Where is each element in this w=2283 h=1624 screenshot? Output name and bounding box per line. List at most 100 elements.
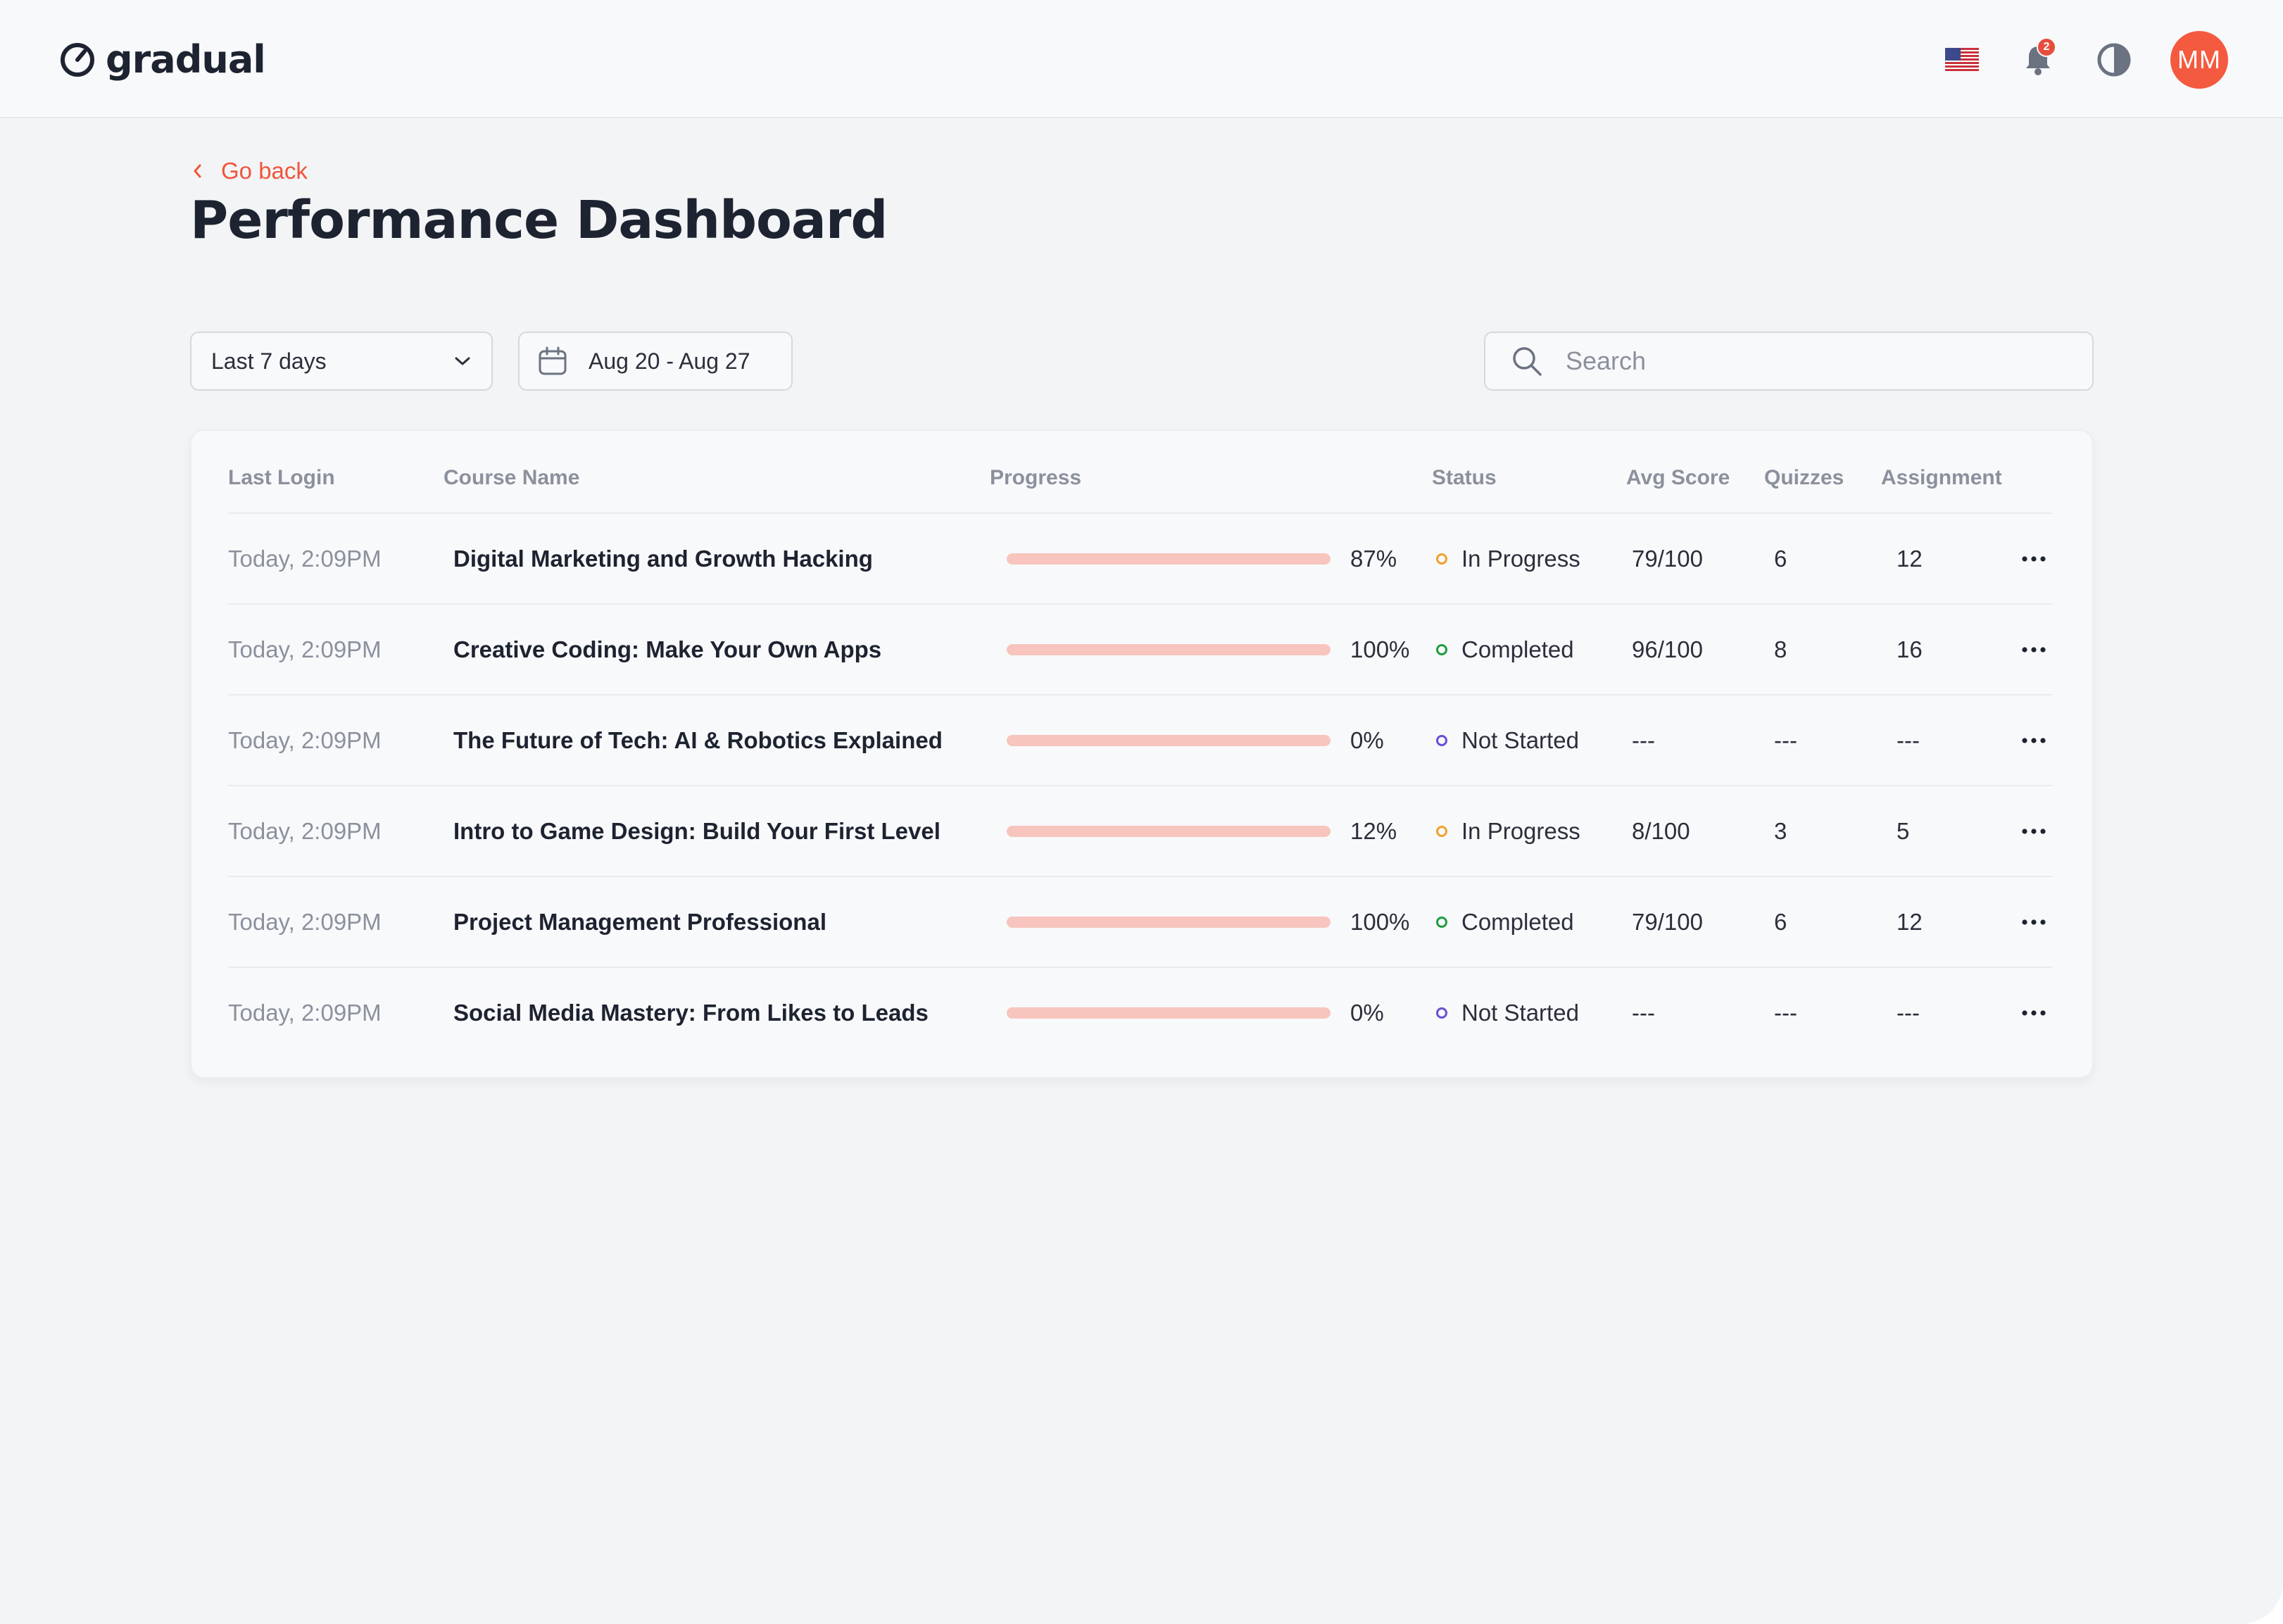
quizzes-cell: --- (1774, 999, 1797, 1026)
status-badge: Not Started (1436, 695, 1579, 785)
go-back-link[interactable]: Go back (191, 153, 308, 189)
status-label: Completed (1461, 908, 1574, 935)
quizzes-cell: --- (1774, 726, 1797, 753)
avg-score-cell: --- (1632, 999, 1655, 1026)
course-name-cell[interactable]: Project Management Professional (453, 877, 826, 967)
table-row[interactable]: Today, 2:09PM Digital Marketing and Grow… (228, 514, 2053, 605)
notification-badge: 2 (2037, 37, 2056, 57)
course-name-cell[interactable]: Social Media Mastery: From Likes to Lead… (453, 968, 929, 1057)
last-login-cell: Today, 2:09PM (228, 545, 382, 572)
table-row[interactable]: Today, 2:09PM Intro to Game Design: Buil… (228, 786, 2053, 877)
progress-percent: 12% (1350, 817, 1397, 844)
row-actions-button[interactable] (2016, 605, 2051, 694)
language-button[interactable] (1945, 47, 1980, 73)
progress-percent: 0% (1350, 999, 1384, 1026)
quizzes-cell: 8 (1774, 636, 1787, 662)
notifications-button[interactable]: 2 (2021, 37, 2056, 78)
progress-track (1007, 553, 1331, 565)
performance-table: Last Login Course Name Progress Status A… (190, 429, 2094, 1078)
logo[interactable]: gradual (59, 32, 266, 86)
search-input[interactable] (1564, 346, 2060, 377)
column-header-avg-score[interactable]: Avg Score (1626, 466, 1730, 490)
last-login-cell: Today, 2:09PM (228, 817, 382, 844)
column-header-quizzes[interactable]: Quizzes (1764, 466, 1844, 490)
status-label: Completed (1461, 636, 1574, 662)
avg-score-cell: 79/100 (1632, 545, 1703, 572)
contrast-icon (2097, 43, 2131, 77)
more-horizontal-icon (2022, 919, 2046, 925)
progress-bar (1007, 877, 1331, 967)
go-back-label: Go back (221, 158, 308, 184)
us-flag-icon (1945, 48, 1979, 72)
status-badge: Completed (1436, 605, 1574, 694)
more-horizontal-icon (2022, 1009, 2046, 1016)
more-horizontal-icon (2022, 646, 2046, 653)
status-dot-icon (1436, 916, 1447, 928)
table-row[interactable]: Today, 2:09PM Project Management Profess… (228, 877, 2053, 968)
status-label: Not Started (1461, 726, 1579, 753)
calendar-icon (539, 346, 567, 375)
status-badge: In Progress (1436, 786, 1580, 876)
table-row[interactable]: Today, 2:09PM The Future of Tech: AI & R… (228, 695, 2053, 786)
row-actions-button[interactable] (2016, 514, 2051, 603)
last-login-cell: Today, 2:09PM (228, 636, 382, 662)
page-title: Performance Dashboard (190, 190, 888, 251)
more-horizontal-icon (2022, 828, 2046, 834)
chevron-down-icon (455, 357, 470, 365)
search-box[interactable] (1484, 332, 2094, 391)
status-badge: In Progress (1436, 514, 1580, 603)
column-header-progress[interactable]: Progress (990, 466, 1081, 490)
row-actions-button[interactable] (2016, 695, 2051, 785)
last-login-cell: Today, 2:09PM (228, 999, 382, 1026)
gauge-logo-icon (61, 43, 94, 77)
column-header-status[interactable]: Status (1432, 466, 1497, 490)
progress-track (1007, 643, 1331, 655)
progress-bar (1007, 605, 1331, 694)
table-row[interactable]: Today, 2:09PM Creative Coding: Make Your… (228, 605, 2053, 695)
status-dot-icon (1436, 825, 1447, 837)
table-header: Last Login Course Name Progress Status A… (228, 431, 2053, 514)
theme-toggle-button[interactable] (2096, 42, 2132, 78)
avg-score-cell: 79/100 (1632, 908, 1703, 935)
search-icon (1513, 347, 1542, 376)
date-picker[interactable]: Aug 20 - Aug 27 (518, 332, 793, 391)
progress-track (1007, 734, 1331, 746)
course-name-cell[interactable]: Creative Coding: Make Your Own Apps (453, 605, 881, 694)
column-header-course-name[interactable]: Course Name (444, 466, 579, 490)
assignment-cell: 5 (1897, 817, 1910, 844)
status-dot-icon (1436, 643, 1447, 655)
quizzes-cell: 6 (1774, 545, 1787, 572)
row-actions-button[interactable] (2016, 877, 2051, 967)
row-actions-button[interactable] (2016, 786, 2051, 876)
progress-percent: 100% (1350, 636, 1410, 662)
avg-score-cell: 96/100 (1632, 636, 1703, 662)
date-range-select[interactable]: Last 7 days (190, 332, 493, 391)
row-actions-button[interactable] (2016, 968, 2051, 1057)
assignment-cell: 12 (1897, 908, 1923, 935)
avatar[interactable]: MM (2170, 31, 2228, 89)
progress-percent: 87% (1350, 545, 1397, 572)
avg-score-cell: 8/100 (1632, 817, 1690, 844)
top-bar: gradual 2 MM (0, 0, 2283, 118)
app-frame: gradual 2 MM Go back Performance Dashboa… (0, 0, 2283, 1624)
column-header-assignment[interactable]: Assignment (1881, 466, 2002, 490)
progress-track (1007, 916, 1331, 928)
progress-bar (1007, 695, 1331, 785)
progress-percent: 100% (1350, 908, 1410, 935)
date-range-label: Aug 20 - Aug 27 (589, 348, 750, 374)
logo-text: gradual (106, 37, 266, 82)
more-horizontal-icon (2022, 737, 2046, 743)
table-row[interactable]: Today, 2:09PM Social Media Mastery: From… (228, 968, 2053, 1059)
status-badge: Not Started (1436, 968, 1579, 1057)
progress-track (1007, 825, 1331, 837)
course-name-cell[interactable]: Intro to Game Design: Build Your First L… (453, 786, 941, 876)
progress-bar (1007, 514, 1331, 603)
assignment-cell: --- (1897, 999, 1920, 1026)
course-name-cell[interactable]: Digital Marketing and Growth Hacking (453, 514, 873, 603)
top-actions: 2 MM (1945, 31, 2228, 89)
column-header-last-login[interactable]: Last Login (228, 466, 335, 490)
last-login-cell: Today, 2:09PM (228, 908, 382, 935)
more-horizontal-icon (2022, 555, 2046, 562)
progress-track (1007, 1007, 1331, 1019)
course-name-cell[interactable]: The Future of Tech: AI & Robotics Explai… (453, 695, 943, 785)
